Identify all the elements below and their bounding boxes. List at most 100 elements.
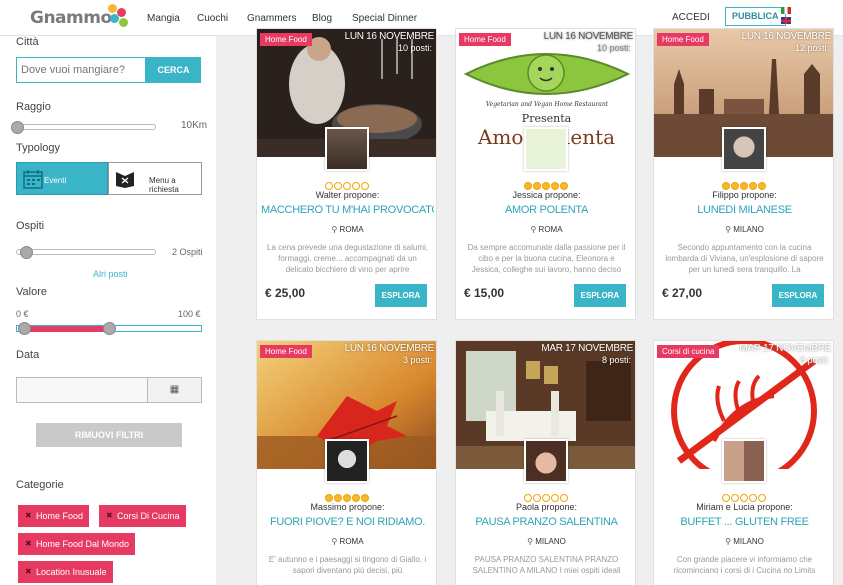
location-pin-icon: ⚲ [530, 225, 537, 234]
location-pin-icon: ⚲ [725, 537, 731, 546]
host-avatar[interactable] [722, 127, 766, 171]
event-card[interactable]: MAR 17 NOVEMBRE 8 posti: Paola propone: … [455, 340, 636, 585]
category-badge: Home Food [260, 345, 312, 358]
menu-card-icon [116, 172, 134, 188]
search-button[interactable]: CERCA [146, 57, 201, 83]
event-title[interactable]: MACCHERÒ TU M'HAI PROVOCATO... [261, 204, 434, 216]
radius-slider-track[interactable] [16, 124, 156, 130]
category-badge: Home Food [657, 33, 709, 46]
photo-caption-1: Vegetarian and Vegan Home Restaurant [485, 101, 609, 108]
city-name: MILANO [535, 537, 566, 546]
category-tag-home-food[interactable]: ✖ Home Food [18, 505, 90, 527]
date-label: Data [16, 349, 40, 361]
event-card[interactable]: Home Food LUN 16 NOVEMBRE 12 posti: Fili… [653, 28, 834, 320]
city-search-input[interactable] [16, 57, 146, 83]
location-pin-icon: ⚲ [331, 537, 338, 546]
event-title[interactable]: LUNEDÌ MILANESE [658, 204, 831, 216]
event-card[interactable]: Vegetarian and Vegan Home Restaurant Pre… [455, 28, 636, 320]
city-name: MILANO [733, 225, 764, 234]
event-title[interactable]: FUORI PIOVE? E NOI RIDIAMO. [261, 516, 434, 528]
filter-sidebar: Città CERCA Raggio 10Km Typology Eventi … [0, 36, 216, 585]
value-min-handle[interactable] [18, 322, 31, 335]
value-range-fill [26, 326, 110, 332]
italian-flag-icon[interactable] [781, 7, 791, 14]
rating-stars [722, 177, 772, 190]
host-avatar[interactable] [722, 439, 766, 483]
nav-special-dinner[interactable]: Special Dinner [352, 13, 417, 24]
host-name: Walter propone: [315, 190, 380, 200]
typology-events-label: Eventi [44, 176, 67, 185]
event-date: LUN 16 NOVEMBRE [344, 343, 435, 354]
host-name: Filippo propone: [712, 190, 777, 200]
rating-stars [524, 489, 574, 502]
event-location: ⚲ ROMA [257, 537, 436, 546]
date-input[interactable] [16, 377, 148, 403]
event-date: LUN 16 NOVEMBRE [543, 31, 634, 42]
remove-tag-icon[interactable]: ✖ [106, 505, 113, 527]
value-max-handle[interactable] [103, 322, 116, 335]
event-description: Secondo appuntamento con la cucina lomba… [665, 243, 824, 274]
explore-button[interactable]: ESPLORA [772, 284, 824, 307]
calendar-icon [23, 170, 43, 189]
calendar-button[interactable]: ▦ [147, 377, 202, 403]
event-description: La cena prevede una degustazione di salu… [267, 243, 428, 274]
event-date: MAR 17 NOVEMBRE [739, 343, 831, 354]
rating-stars [722, 489, 772, 502]
uk-flag-icon[interactable] [781, 17, 791, 24]
logo-text: Gnammo [30, 8, 112, 28]
radius-label: Raggio [16, 101, 51, 113]
event-title[interactable]: BUFFET ... GLUTEN FREE [658, 516, 831, 528]
remove-filters-button[interactable]: RIMUOVI FILTRI [36, 423, 182, 447]
radius-slider-handle[interactable] [11, 121, 24, 134]
more-seats-link[interactable]: Alri posti [93, 269, 128, 279]
login-link[interactable]: ACCEDI [672, 12, 710, 23]
event-description: PAUSA PRANZO SALENTINA PRANZO SALENTINO … [472, 555, 621, 575]
host-avatar[interactable] [524, 439, 568, 483]
host-avatar[interactable] [325, 127, 369, 171]
remove-tag-icon[interactable]: ✖ [25, 533, 32, 555]
category-tag-label: Location Inusuale [36, 567, 107, 577]
nav-blog[interactable]: Blog [312, 13, 332, 24]
category-tag-location-inusuale[interactable]: ✖ Location Inusuale [18, 561, 113, 583]
nav-gnammers[interactable]: Gnammers [247, 13, 296, 24]
value-max: 100 € [178, 309, 201, 319]
event-card[interactable]: Home Food LUN 16 NOVEMBRE 3 posti: Massi… [256, 340, 437, 585]
rating-stars [325, 489, 375, 502]
event-card[interactable]: Home Food LUN 16 NOVEMBRE 10 posti: Walt… [256, 28, 437, 320]
event-title[interactable]: AMOR POLENTA [460, 204, 633, 216]
event-date: LUN 16 NOVEMBRE [344, 31, 435, 42]
event-location: ⚲ MILANO [654, 225, 833, 234]
host-name: Paola propone: [515, 502, 578, 512]
remove-tag-icon[interactable]: ✖ [25, 505, 32, 527]
event-title[interactable]: PAUSA PRANZO SALENTINA [460, 516, 633, 528]
explore-button[interactable]: ESPLORA [375, 284, 427, 307]
typology-menu-label: Menu a richiesta [149, 176, 179, 194]
city-name: MILANO [733, 537, 764, 546]
event-card[interactable]: Corsi di cucina MAR 17 NOVEMBRE 8 posti:… [653, 340, 834, 585]
nav-cuochi[interactable]: Cuochi [197, 13, 228, 24]
guests-slider-track[interactable] [16, 249, 156, 255]
photo-caption-2: Presenta [521, 112, 572, 125]
category-tag-label: Home Food Dal Mondo [36, 539, 130, 549]
typology-events-toggle[interactable]: Eventi [16, 162, 108, 195]
seats-count: 3 posti: [402, 355, 432, 365]
city-label: Città [16, 36, 39, 48]
guests-slider-handle[interactable] [20, 246, 33, 259]
nav-mangia[interactable]: Mangia [147, 13, 180, 24]
value-min: 0 € [16, 309, 29, 319]
category-tag-home-food-dal-mondo[interactable]: ✖ Home Food Dal Mondo [18, 533, 136, 555]
publish-button[interactable]: PUBBLICA [725, 7, 786, 26]
host-name: Jessica propone: [512, 190, 581, 200]
event-location: ⚲ ROMA [456, 225, 635, 234]
category-tag-corsi-di-cucina[interactable]: ✖ Corsi Di Cucina [99, 505, 186, 527]
typology-menu-toggle[interactable]: Menu a richiesta [108, 162, 202, 195]
event-date: MAR 17 NOVEMBRE [541, 343, 633, 354]
rating-stars [524, 177, 574, 190]
logo[interactable]: Gnammo [30, 3, 130, 31]
host-avatar[interactable] [524, 127, 568, 171]
event-location: ⚲ MILANO [654, 537, 833, 546]
remove-tag-icon[interactable]: ✖ [25, 561, 32, 583]
explore-button[interactable]: ESPLORA [574, 284, 626, 307]
host-avatar[interactable] [325, 439, 369, 483]
category-tag-label: Corsi Di Cucina [117, 511, 180, 521]
